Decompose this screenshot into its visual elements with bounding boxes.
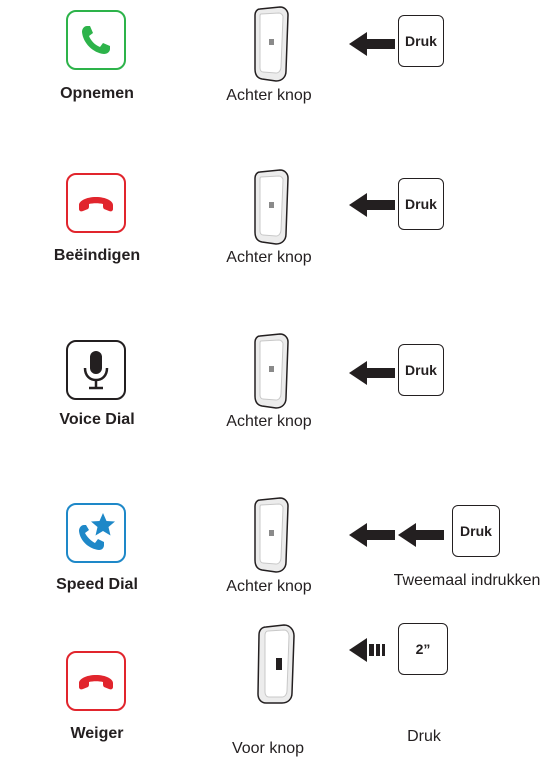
microphone-icon (83, 351, 109, 390)
press-arrow (349, 361, 395, 385)
icon-box-beeindigen (66, 173, 126, 233)
press-hold-arrow (349, 638, 385, 662)
row-weiger: Weiger Voor knop 2” Druk (0, 623, 557, 763)
press-arrow (349, 32, 395, 56)
hold-duration-box: 2” (398, 623, 448, 675)
phone-answer-icon (82, 26, 110, 54)
press-arrow-second (398, 523, 444, 547)
press-box: Druk (398, 178, 444, 230)
press-note: Druk (407, 728, 441, 745)
icon-box-speed-dial (66, 503, 126, 563)
row-beeindigen: Beëindigen Achter knop Druk (0, 163, 557, 303)
function-label-opnemen: Opnemen (60, 85, 134, 102)
press-box: Druk (452, 505, 500, 557)
function-label-voice-dial: Voice Dial (59, 411, 135, 428)
row-opnemen: Opnemen Achter knop Druk (0, 0, 557, 140)
function-label-speed-dial: Speed Dial (56, 576, 138, 593)
function-label-weiger: Weiger (70, 725, 124, 742)
back-button-device (254, 169, 289, 245)
function-label-beeindigen: Beëindigen (53, 247, 141, 264)
button-label: Achter knop (226, 249, 312, 266)
button-label: Voor knop (231, 740, 305, 757)
row-speed-dial: Speed Dial Achter knop Druk Tweemaal ind… (0, 493, 557, 633)
phone-star-icon (79, 513, 115, 550)
back-button-device (254, 497, 289, 573)
icon-box-voice-dial (66, 340, 126, 400)
press-box: Druk (398, 344, 444, 396)
row-voice-dial: Voice Dial Achter knop Druk (0, 330, 557, 470)
front-button-device (257, 624, 295, 704)
button-label: Achter knop (226, 413, 312, 430)
press-note: Tweemaal indrukken (393, 572, 541, 589)
back-button-device (254, 6, 289, 82)
icon-box-weiger (66, 651, 126, 711)
phone-hangup-icon (79, 197, 113, 212)
button-label: Achter knop (226, 87, 312, 104)
icon-box-opnemen (66, 10, 126, 70)
button-label: Achter knop (226, 578, 312, 595)
phone-hangup-icon (79, 675, 113, 690)
press-box: Druk (398, 15, 444, 67)
press-arrow-first (349, 523, 395, 547)
press-arrow (349, 193, 395, 217)
back-button-device (254, 333, 289, 409)
